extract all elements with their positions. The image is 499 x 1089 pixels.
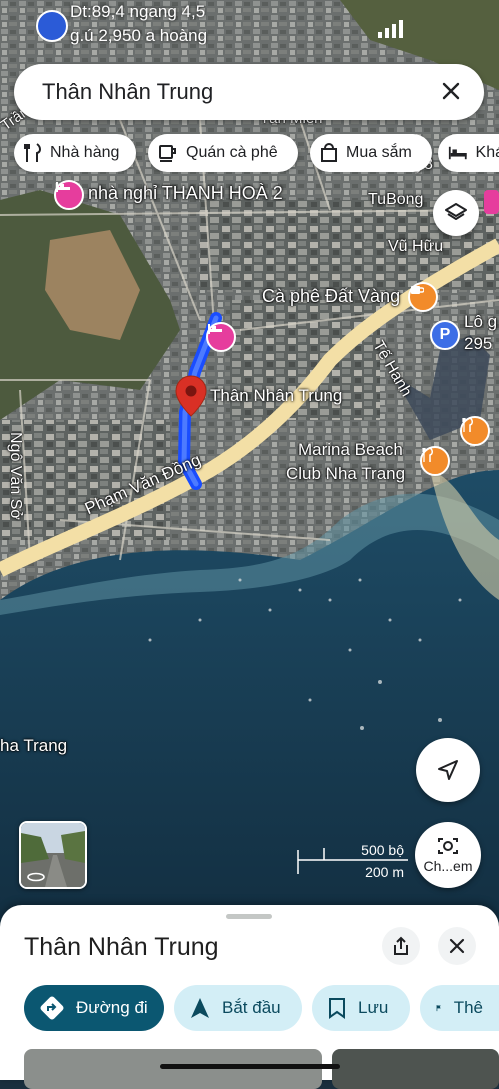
place-label-marina-2[interactable]: Club Nha Trang <box>286 464 405 484</box>
place-label-cafe[interactable]: Cà phê Đất Vàng <box>262 286 400 307</box>
my-location-button[interactable] <box>416 738 480 802</box>
close-icon[interactable] <box>436 76 466 106</box>
chip-shopping[interactable]: Mua sắm <box>310 134 432 172</box>
place-photo-1[interactable] <box>24 1049 322 1089</box>
chip-label: Nhà hàng <box>50 144 120 161</box>
save-label: Lưu <box>358 998 389 1017</box>
search-query[interactable]: Thân Nhân Trung <box>42 79 213 105</box>
cafe-marker-icon[interactable] <box>408 282 438 312</box>
map-scale: 500 bộ 200 m <box>296 842 408 882</box>
scale-feet-label: 500 bộ <box>361 842 404 858</box>
layers-icon <box>445 203 467 220</box>
bookmark-icon <box>329 998 345 1019</box>
share-icon <box>394 936 408 955</box>
close-sheet-button[interactable] <box>438 927 476 965</box>
camera-search-button[interactable]: Ch...em <box>415 822 481 888</box>
navigation-arrow-icon <box>191 998 209 1018</box>
poi-marker-icon <box>484 190 499 214</box>
place-title: Thân Nhân Trung <box>24 933 219 961</box>
navigation-icon <box>438 760 458 780</box>
flag-icon <box>436 1005 441 1012</box>
search-bar[interactable]: Thân Nhân Trung <box>14 64 484 120</box>
layers-button[interactable] <box>433 190 479 236</box>
camera-search-label: Ch...em <box>423 858 473 874</box>
hotel-icon <box>448 146 467 160</box>
chip-label: Mua sắm <box>346 144 412 161</box>
place-photo-2[interactable] <box>332 1049 499 1089</box>
chip-restaurants[interactable]: Nhà hàng <box>14 134 136 172</box>
save-button[interactable]: Lưu <box>312 985 410 1031</box>
restaurant-marker-icon[interactable] <box>460 416 490 446</box>
place-label-lo-g: Lô g <box>464 312 498 331</box>
place-label-nha-trang: ha Trang <box>0 736 68 755</box>
parking-marker-icon[interactable]: P <box>430 320 460 350</box>
map-note-line-2: g.ú 2,950 a hoàng <box>70 26 208 45</box>
home-indicator <box>160 1064 340 1069</box>
place-sheet[interactable]: Thân Nhân Trung Đường đi Bắt đầu Lưu Thê <box>0 905 499 1089</box>
street-label-vu-huu: Vũ Hữu <box>388 238 444 255</box>
scale-meter-label: 200 m <box>365 864 404 880</box>
destination-label[interactable]: Thân Nhân Trung <box>210 386 342 406</box>
directions-button[interactable]: Đường đi <box>24 985 164 1031</box>
directions-label: Đường đi <box>76 998 148 1017</box>
hotel-marker-icon[interactable] <box>54 180 84 210</box>
start-label: Bắt đầu <box>222 998 281 1017</box>
street-label-ngo-van-so: Ngô Văn Sở <box>7 432 24 520</box>
street-view-thumbnail[interactable] <box>19 821 87 889</box>
add-label-button[interactable]: Thê <box>420 985 499 1031</box>
map-note-line-1: Dt:89,4 ngang 4,5 <box>70 2 206 21</box>
marina-marker-icon[interactable] <box>420 446 450 476</box>
start-button[interactable]: Bắt đầu <box>174 985 302 1031</box>
coffee-icon <box>159 145 176 162</box>
share-button[interactable] <box>382 927 420 965</box>
place-label-hotel[interactable]: nhà nghỉ THANH HOÀ 2 <box>88 183 283 204</box>
rotate-360-icon <box>27 869 45 887</box>
add-label-label: Thê <box>453 998 483 1017</box>
place-label-tubong: TuBong <box>368 191 424 208</box>
place-label-295: 295 <box>464 334 493 353</box>
chip-coffee[interactable]: Quán cà phê <box>148 134 298 172</box>
place-label-marina-1[interactable]: Marina Beach <box>298 440 403 460</box>
close-icon <box>449 938 465 954</box>
chip-label: Khá <box>475 144 499 161</box>
category-chips: Nhà hàng Quán cà phê Mua sắm Khá <box>14 134 499 172</box>
map-marker-icon <box>36 10 68 42</box>
directions-icon <box>40 996 64 1020</box>
restaurant-icon <box>24 143 41 162</box>
chip-label: Quán cà phê <box>186 144 278 161</box>
hotel-marker-icon-2[interactable] <box>206 322 236 352</box>
chip-hotels[interactable]: Khá <box>438 134 499 172</box>
lens-icon <box>438 838 458 854</box>
drag-handle[interactable] <box>226 914 272 919</box>
shopping-bag-icon <box>321 143 337 162</box>
